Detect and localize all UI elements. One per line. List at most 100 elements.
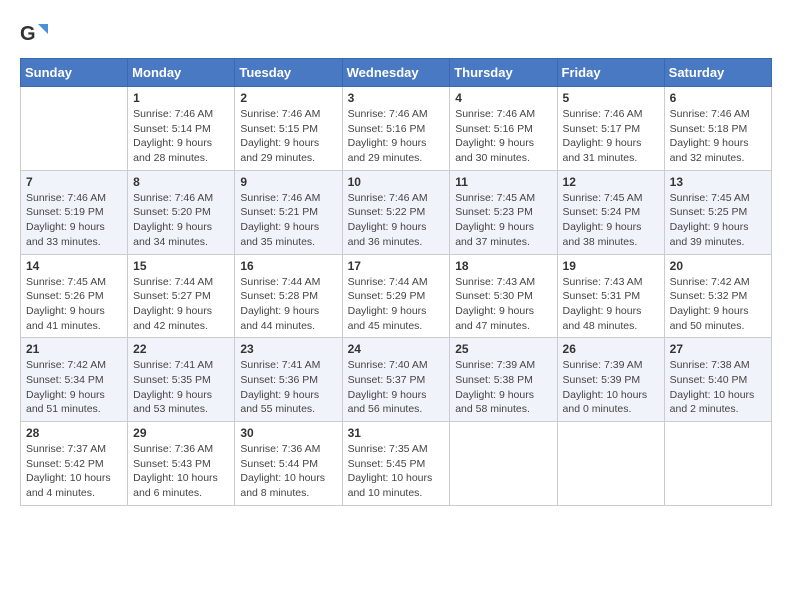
calendar-header-row: SundayMondayTuesdayWednesdayThursdayFrid… xyxy=(21,59,772,87)
day-number: 4 xyxy=(455,91,551,105)
day-number: 24 xyxy=(348,342,445,356)
day-number: 6 xyxy=(670,91,766,105)
day-info: Sunrise: 7:46 AMSunset: 5:21 PMDaylight:… xyxy=(240,191,336,250)
calendar-cell: 19 Sunrise: 7:43 AMSunset: 5:31 PMDayligh… xyxy=(557,254,664,338)
day-info: Sunrise: 7:46 AMSunset: 5:19 PMDaylight:… xyxy=(26,191,122,250)
day-info: Sunrise: 7:43 AMSunset: 5:31 PMDaylight:… xyxy=(563,275,659,334)
day-of-week-header: Saturday xyxy=(664,59,771,87)
calendar-cell: 29 Sunrise: 7:36 AMSunset: 5:43 PMDayligh… xyxy=(128,422,235,506)
day-info: Sunrise: 7:42 AMSunset: 5:34 PMDaylight:… xyxy=(26,358,122,417)
day-info: Sunrise: 7:46 AMSunset: 5:22 PMDaylight:… xyxy=(348,191,445,250)
day-info: Sunrise: 7:46 AMSunset: 5:16 PMDaylight:… xyxy=(455,107,551,166)
day-number: 18 xyxy=(455,259,551,273)
day-info: Sunrise: 7:46 AMSunset: 5:20 PMDaylight:… xyxy=(133,191,229,250)
day-info: Sunrise: 7:37 AMSunset: 5:42 PMDaylight:… xyxy=(26,442,122,501)
calendar-cell: 25 Sunrise: 7:39 AMSunset: 5:38 PMDayligh… xyxy=(450,338,557,422)
day-info: Sunrise: 7:45 AMSunset: 5:25 PMDaylight:… xyxy=(670,191,766,250)
day-number: 25 xyxy=(455,342,551,356)
calendar-week-row: 21 Sunrise: 7:42 AMSunset: 5:34 PMDayligh… xyxy=(21,338,772,422)
calendar-cell: 8Sunrise: 7:46 AMSunset: 5:20 PMDaylight… xyxy=(128,170,235,254)
svg-text:G: G xyxy=(20,23,36,45)
calendar-cell: 16 Sunrise: 7:44 AMSunset: 5:28 PMDayligh… xyxy=(235,254,342,338)
day-number: 13 xyxy=(670,175,766,189)
day-info: Sunrise: 7:44 AMSunset: 5:28 PMDaylight:… xyxy=(240,275,336,334)
day-info: Sunrise: 7:42 AMSunset: 5:32 PMDaylight:… xyxy=(670,275,766,334)
calendar-cell xyxy=(21,87,128,171)
calendar-cell: 30 Sunrise: 7:36 AMSunset: 5:44 PMDayligh… xyxy=(235,422,342,506)
logo-icon: G xyxy=(20,20,48,48)
day-of-week-header: Sunday xyxy=(21,59,128,87)
calendar-cell: 23 Sunrise: 7:41 AMSunset: 5:36 PMDayligh… xyxy=(235,338,342,422)
day-info: Sunrise: 7:41 AMSunset: 5:36 PMDaylight:… xyxy=(240,358,336,417)
calendar-cell: 10 Sunrise: 7:46 AMSunset: 5:22 PMDayligh… xyxy=(342,170,450,254)
day-info: Sunrise: 7:36 AMSunset: 5:43 PMDaylight:… xyxy=(133,442,229,501)
calendar-cell xyxy=(664,422,771,506)
logo: G xyxy=(20,20,52,48)
day-info: Sunrise: 7:44 AMSunset: 5:27 PMDaylight:… xyxy=(133,275,229,334)
calendar-cell: 5Sunrise: 7:46 AMSunset: 5:17 PMDaylight… xyxy=(557,87,664,171)
day-info: Sunrise: 7:35 AMSunset: 5:45 PMDaylight:… xyxy=(348,442,445,501)
calendar-cell: 31 Sunrise: 7:35 AMSunset: 5:45 PMDayligh… xyxy=(342,422,450,506)
calendar-cell: 22 Sunrise: 7:41 AMSunset: 5:35 PMDayligh… xyxy=(128,338,235,422)
calendar-cell: 12Sunrise: 7:45 AMSunset: 5:24 PMDayligh… xyxy=(557,170,664,254)
day-of-week-header: Tuesday xyxy=(235,59,342,87)
day-number: 11 xyxy=(455,175,551,189)
calendar-cell: 15 Sunrise: 7:44 AMSunset: 5:27 PMDayligh… xyxy=(128,254,235,338)
day-number: 21 xyxy=(26,342,122,356)
day-info: Sunrise: 7:39 AMSunset: 5:39 PMDaylight:… xyxy=(563,358,659,417)
calendar-cell xyxy=(557,422,664,506)
calendar-cell: 3 Sunrise: 7:46 AMSunset: 5:16 PMDaylight… xyxy=(342,87,450,171)
day-number: 19 xyxy=(563,259,659,273)
calendar-cell: 21 Sunrise: 7:42 AMSunset: 5:34 PMDayligh… xyxy=(21,338,128,422)
day-info: Sunrise: 7:38 AMSunset: 5:40 PMDaylight:… xyxy=(670,358,766,417)
calendar-cell: 26 Sunrise: 7:39 AMSunset: 5:39 PMDayligh… xyxy=(557,338,664,422)
calendar-table: SundayMondayTuesdayWednesdayThursdayFrid… xyxy=(20,58,772,506)
calendar-cell: 17 Sunrise: 7:44 AMSunset: 5:29 PMDayligh… xyxy=(342,254,450,338)
day-info: Sunrise: 7:45 AMSunset: 5:24 PMDaylight:… xyxy=(563,191,659,250)
page-header: G xyxy=(20,20,772,48)
calendar-cell: 2 Sunrise: 7:46 AMSunset: 5:15 PMDaylight… xyxy=(235,87,342,171)
day-info: Sunrise: 7:39 AMSunset: 5:38 PMDaylight:… xyxy=(455,358,551,417)
day-number: 3 xyxy=(348,91,445,105)
calendar-cell: 4 Sunrise: 7:46 AMSunset: 5:16 PMDaylight… xyxy=(450,87,557,171)
calendar-cell: 27 Sunrise: 7:38 AMSunset: 5:40 PMDayligh… xyxy=(664,338,771,422)
day-number: 28 xyxy=(26,426,122,440)
day-number: 22 xyxy=(133,342,229,356)
day-info: Sunrise: 7:36 AMSunset: 5:44 PMDaylight:… xyxy=(240,442,336,501)
day-number: 26 xyxy=(563,342,659,356)
calendar-cell: 6Sunrise: 7:46 AMSunset: 5:18 PMDaylight… xyxy=(664,87,771,171)
calendar-cell: 24Sunrise: 7:40 AMSunset: 5:37 PMDayligh… xyxy=(342,338,450,422)
day-info: Sunrise: 7:41 AMSunset: 5:35 PMDaylight:… xyxy=(133,358,229,417)
day-info: Sunrise: 7:45 AMSunset: 5:23 PMDaylight:… xyxy=(455,191,551,250)
day-info: Sunrise: 7:46 AMSunset: 5:14 PMDaylight:… xyxy=(133,107,229,166)
day-number: 16 xyxy=(240,259,336,273)
day-number: 29 xyxy=(133,426,229,440)
day-number: 30 xyxy=(240,426,336,440)
day-of-week-header: Friday xyxy=(557,59,664,87)
day-number: 7 xyxy=(26,175,122,189)
day-number: 15 xyxy=(133,259,229,273)
calendar-week-row: 1 Sunrise: 7:46 AMSunset: 5:14 PMDaylight… xyxy=(21,87,772,171)
day-number: 14 xyxy=(26,259,122,273)
day-info: Sunrise: 7:43 AMSunset: 5:30 PMDaylight:… xyxy=(455,275,551,334)
day-of-week-header: Wednesday xyxy=(342,59,450,87)
day-number: 10 xyxy=(348,175,445,189)
calendar-week-row: 28 Sunrise: 7:37 AMSunset: 5:42 PMDayligh… xyxy=(21,422,772,506)
calendar-cell: 1 Sunrise: 7:46 AMSunset: 5:14 PMDaylight… xyxy=(128,87,235,171)
calendar-cell xyxy=(450,422,557,506)
day-number: 31 xyxy=(348,426,445,440)
calendar-cell: 20 Sunrise: 7:42 AMSunset: 5:32 PMDayligh… xyxy=(664,254,771,338)
day-info: Sunrise: 7:46 AMSunset: 5:16 PMDaylight:… xyxy=(348,107,445,166)
day-info: Sunrise: 7:46 AMSunset: 5:15 PMDaylight:… xyxy=(240,107,336,166)
day-number: 2 xyxy=(240,91,336,105)
day-number: 17 xyxy=(348,259,445,273)
day-number: 20 xyxy=(670,259,766,273)
calendar-cell: 13 Sunrise: 7:45 AMSunset: 5:25 PMDayligh… xyxy=(664,170,771,254)
day-number: 5 xyxy=(563,91,659,105)
day-info: Sunrise: 7:44 AMSunset: 5:29 PMDaylight:… xyxy=(348,275,445,334)
day-of-week-header: Monday xyxy=(128,59,235,87)
day-info: Sunrise: 7:45 AMSunset: 5:26 PMDaylight:… xyxy=(26,275,122,334)
day-number: 1 xyxy=(133,91,229,105)
day-number: 27 xyxy=(670,342,766,356)
day-number: 23 xyxy=(240,342,336,356)
